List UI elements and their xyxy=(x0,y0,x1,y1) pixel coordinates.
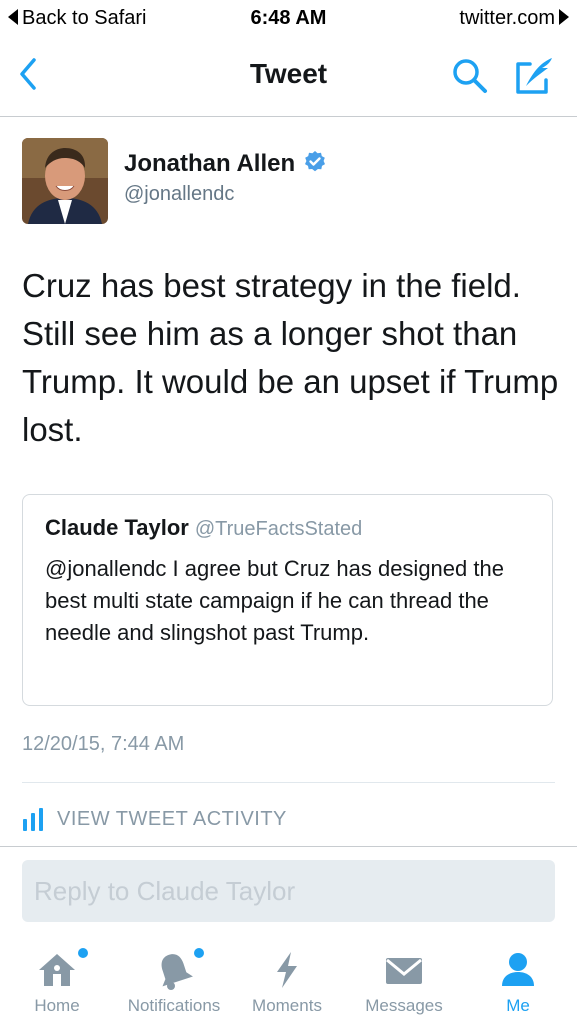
tab-home[interactable]: Home xyxy=(12,934,102,1024)
tab-label: Me xyxy=(506,996,530,1015)
notifications-dot xyxy=(194,948,204,958)
avatar[interactable] xyxy=(22,138,108,224)
avatar-image xyxy=(22,138,108,224)
view-tweet-activity-link[interactable]: VIEW TWEET ACTIVITY xyxy=(57,808,287,831)
search-icon[interactable] xyxy=(450,56,490,96)
lightning-icon xyxy=(277,952,297,988)
status-site-label: twitter.com xyxy=(459,7,555,29)
status-site: twitter.com xyxy=(459,7,569,30)
tweet-text: Cruz has best strategy in the field. Sti… xyxy=(22,267,559,448)
tab-bar: Home Notifications Moments Messages Me xyxy=(0,934,577,1024)
tab-notifications[interactable]: Notifications xyxy=(116,934,232,1024)
tab-messages[interactable]: Messages xyxy=(352,934,456,1024)
page-title: Tweet xyxy=(249,58,328,89)
tab-label: Notifications xyxy=(127,996,221,1015)
verified-badge-icon xyxy=(305,151,326,172)
quoted-author: Claude Taylor @TrueFactsStated xyxy=(45,515,362,541)
forward-triangle-icon xyxy=(559,9,569,25)
home-notification-dot xyxy=(78,948,88,958)
divider xyxy=(0,846,577,847)
tab-label: Moments xyxy=(252,996,322,1015)
bell-icon xyxy=(161,954,193,990)
author-name[interactable]: Jonathan Allen xyxy=(124,150,327,178)
author-handle[interactable]: @jonallendc xyxy=(124,183,234,206)
quoted-tweet-card[interactable]: Claude Taylor @TrueFactsStated @jonallend… xyxy=(22,494,553,706)
quoted-author-handle: @TrueFactsStated xyxy=(194,518,363,540)
home-icon xyxy=(39,954,75,986)
tweet-timestamp: 12/20/15, 7:44 AM xyxy=(22,733,185,755)
compose-icon[interactable] xyxy=(512,54,556,98)
author-name-text: Jonathan Allen xyxy=(124,150,296,177)
envelope-icon xyxy=(386,958,422,984)
nav-bar: Tweet xyxy=(0,36,577,117)
status-bar: Back to Safari 6:48 AM twitter.com xyxy=(0,0,577,36)
quoted-tweet-text: @jonallendc I agree but Cruz has designe… xyxy=(45,556,504,645)
tab-moments[interactable]: Moments xyxy=(242,934,332,1024)
quoted-author-name: Claude Taylor xyxy=(45,515,189,540)
person-icon xyxy=(502,953,534,986)
reply-input[interactable] xyxy=(22,860,555,922)
bar-chart-icon[interactable] xyxy=(22,807,48,833)
tab-label: Home xyxy=(34,996,80,1015)
tab-label: Messages xyxy=(365,996,443,1015)
divider xyxy=(22,782,555,783)
tab-me[interactable]: Me xyxy=(476,934,560,1024)
